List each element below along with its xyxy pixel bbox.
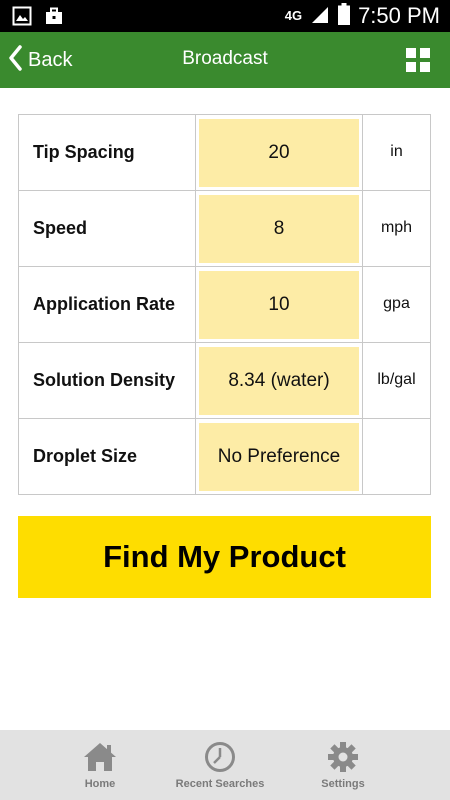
row-label: Solution Density <box>18 342 196 419</box>
nav-settings[interactable]: Settings <box>303 730 383 800</box>
status-bar: 4G 7:50 PM <box>0 0 450 32</box>
app-header: Broadcast Back <box>0 32 450 88</box>
row-application-rate: Application Rate 10 gpa <box>18 266 431 343</box>
battery-icon <box>338 2 351 30</box>
signal-icon <box>310 5 330 28</box>
nav-settings-label: Settings <box>321 778 365 790</box>
network-indicator: 4G <box>284 8 303 23</box>
briefcase-icon <box>44 6 64 31</box>
row-unit: mph <box>362 190 431 267</box>
find-my-product-button[interactable]: Find My Product <box>18 516 431 598</box>
row-label: Speed <box>18 190 196 267</box>
row-label: Tip Spacing <box>18 114 196 191</box>
status-time: 7:50 PM <box>358 3 440 28</box>
droplet-size-field[interactable]: No Preference <box>199 422 359 491</box>
back-button[interactable]: Back <box>8 42 72 78</box>
back-label: Back <box>28 48 73 71</box>
row-unit <box>362 418 431 495</box>
clock-icon <box>204 740 236 774</box>
parameters-table: Tip Spacing 20 in Speed 8 mph Applicatio… <box>18 114 431 495</box>
nav-recent-searches-label: Recent Searches <box>175 778 265 790</box>
grid-icon <box>406 48 430 76</box>
tip-spacing-field[interactable]: 20 <box>199 118 359 187</box>
nav-home[interactable]: Home <box>60 730 140 800</box>
solution-density-field[interactable]: 8.34 (water) <box>199 346 359 415</box>
row-label: Application Rate <box>18 266 196 343</box>
speed-field[interactable]: 8 <box>199 194 359 263</box>
row-unit: gpa <box>362 266 431 343</box>
picture-icon <box>12 6 32 31</box>
row-unit: in <box>362 114 431 191</box>
bottom-nav: Home Recent Searches Settings <box>0 730 450 800</box>
menu-button[interactable] <box>406 48 430 72</box>
row-unit: lb/gal <box>362 342 431 419</box>
row-solution-density: Solution Density 8.34 (water) lb/gal <box>18 342 431 419</box>
row-droplet-size: Droplet Size No Preference <box>18 418 431 495</box>
gear-icon <box>327 740 359 774</box>
row-label: Droplet Size <box>18 418 196 495</box>
row-speed: Speed 8 mph <box>18 190 431 267</box>
chevron-left-icon <box>8 44 22 76</box>
row-tip-spacing: Tip Spacing 20 in <box>18 114 431 191</box>
nav-recent-searches[interactable]: Recent Searches <box>160 730 280 800</box>
home-icon <box>83 740 117 774</box>
nav-home-label: Home <box>84 778 116 790</box>
application-rate-field[interactable]: 10 <box>199 270 359 339</box>
